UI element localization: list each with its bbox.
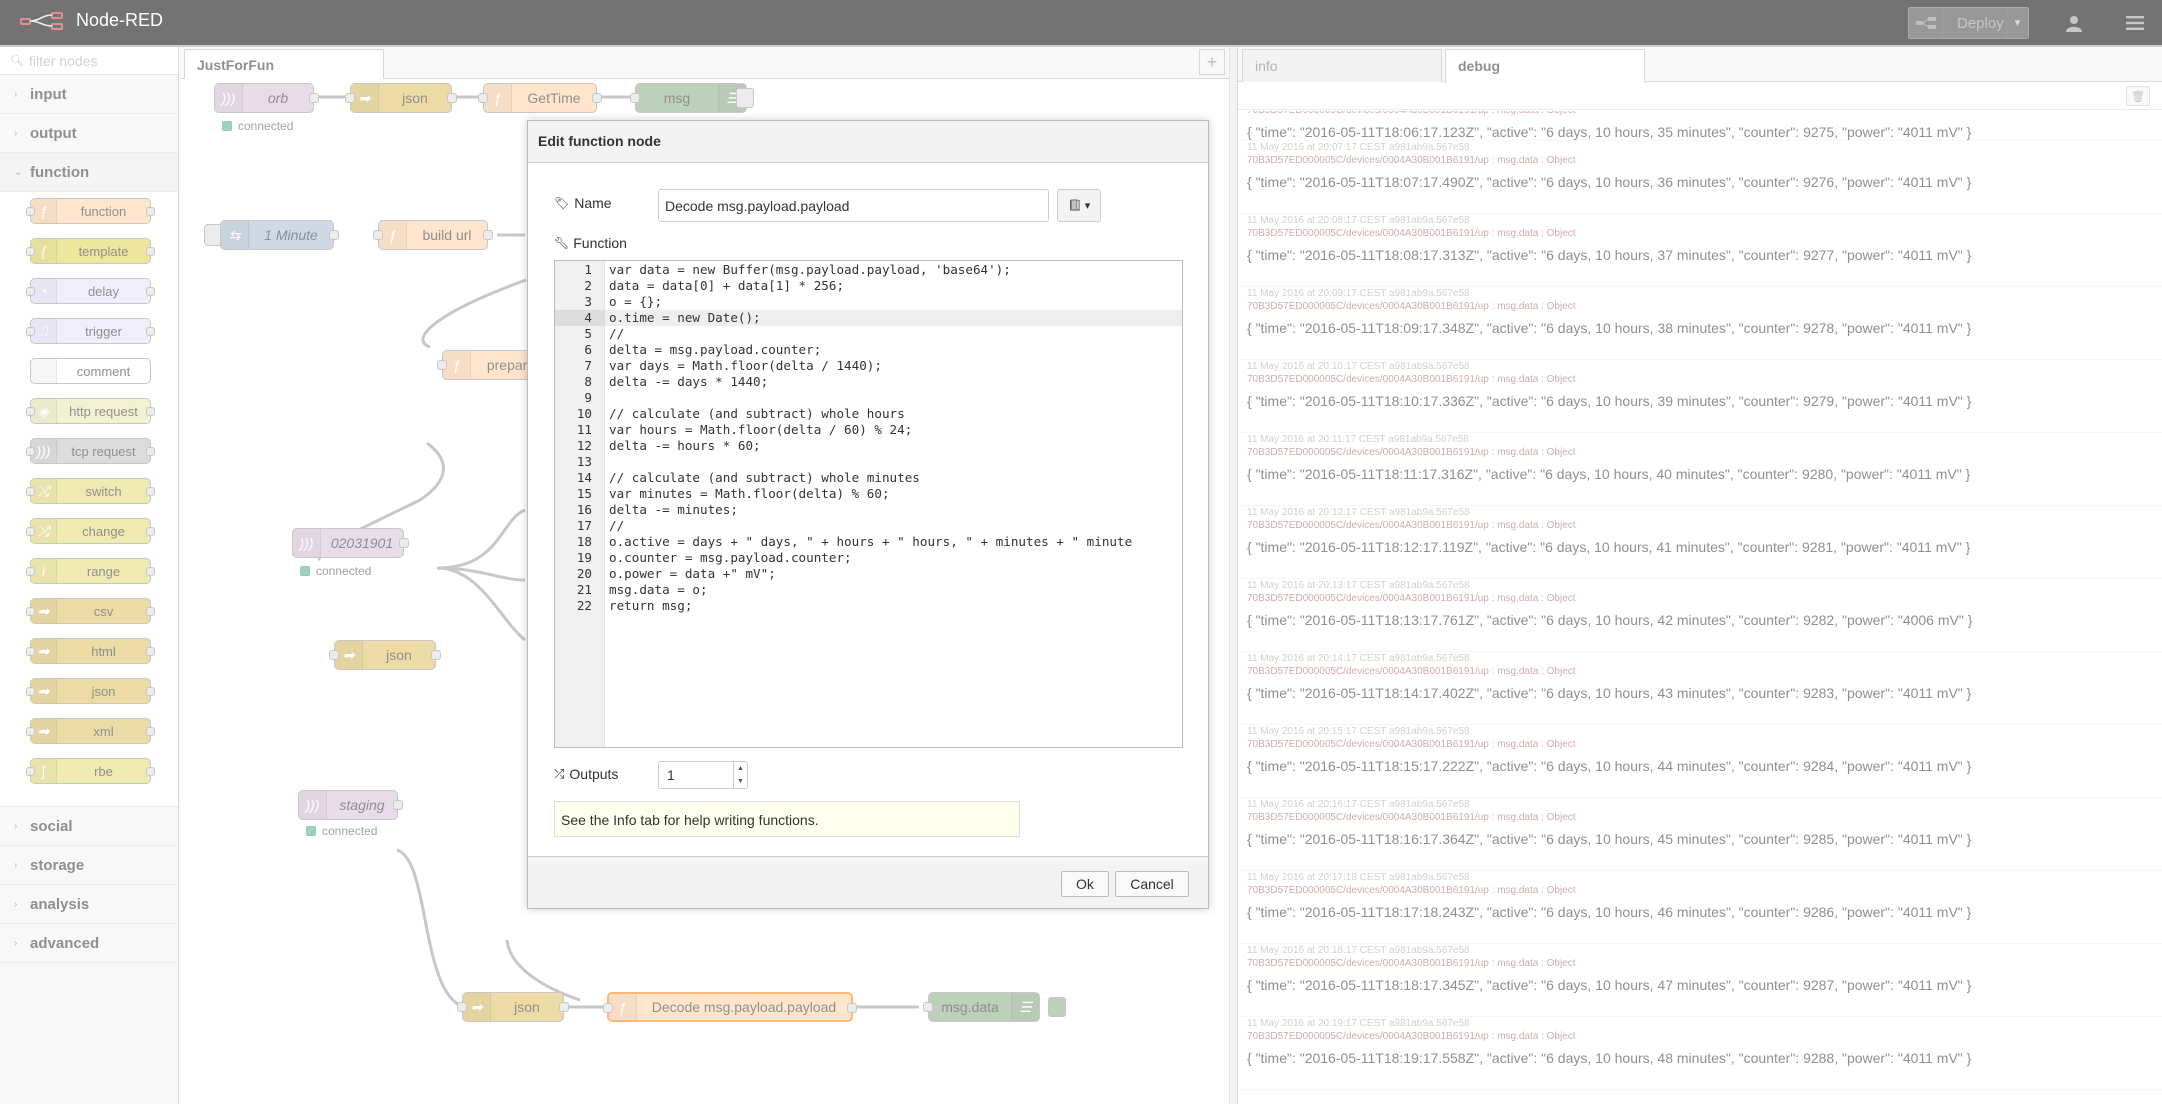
cancel-button[interactable]: Cancel [1115,871,1189,897]
line-number: 12 [576,438,592,453]
stepper-arrows-icon[interactable]: ▲ ▼ [733,762,747,788]
code-line: 16 delta -= minutes; [555,502,1182,518]
line-number: 8 [584,374,592,389]
code-text: delta -= days * 1440; [609,374,769,389]
line-number: 13 [576,454,592,469]
code-lines: 1 var data = new Buffer(msg.payload.paylo… [555,261,1182,614]
line-number: 22 [576,598,592,613]
code-text: // [609,518,625,533]
line-number: 16 [576,502,592,517]
code-text: var data = new Buffer(msg.payload.payloa… [609,262,1011,277]
line-number: 4 [555,310,605,326]
line-number: 18 [576,534,592,549]
code-line: 7 var days = Math.floor(delta / 1440); [555,358,1182,374]
code-text: // [609,326,625,341]
name-row: 🏷︎ Name [554,195,612,211]
line-number: 2 [584,278,592,293]
code-line: 15 var minutes = Math.floor(delta) % 60; [555,486,1182,502]
name-label: Name [574,195,612,211]
tag-icon: 🏷︎ [554,196,570,210]
code-text: return msg; [609,598,693,613]
code-editor[interactable]: 1 var data = new Buffer(msg.payload.paylo… [554,260,1183,748]
code-text: data = data[0] + data[1] * 256; [609,278,845,293]
line-number: 7 [584,358,592,373]
line-number: 9 [584,390,592,405]
code-line: 18 o.active = days + " days, " + hours + … [555,534,1182,550]
dialog-title: Edit function node [528,121,1208,163]
line-number: 1 [584,262,592,277]
code-line: 11 var hours = Math.floor(delta / 60) % 2… [555,422,1182,438]
ok-button[interactable]: Ok [1061,871,1109,897]
edit-function-dialog: Edit function node 🏷︎ Name 📕︎ ▾ 🔧︎ Funct… [527,120,1209,909]
code-line: 2 data = data[0] + data[1] * 256; [555,278,1182,294]
line-number: 10 [576,406,592,421]
wrench-icon: 🔧︎ [554,236,570,250]
code-line: 4 o.time = new Date(); [555,310,1182,326]
code-text: delta -= minutes; [609,502,738,517]
code-text: var days = Math.floor(delta / 1440); [609,358,882,373]
outputs-label: Outputs [569,766,619,782]
outputs-row: ⤮ Outputs [554,766,618,782]
line-number: 21 [576,582,592,597]
code-text: o.active = days + " days, " + hours + " … [609,534,1133,549]
line-number: 5 [584,326,592,341]
code-line: 14 // calculate (and subtract) whole minu… [555,470,1182,486]
code-text: o = {}; [609,294,663,309]
code-line: 13 [555,454,1182,470]
help-tip: See the Info tab for help writing functi… [554,801,1020,837]
code-text: var minutes = Math.floor(delta) % 60; [609,486,890,501]
code-text: // calculate (and subtract) whole hours [609,406,905,421]
code-line: 10 // calculate (and subtract) whole hour… [555,406,1182,422]
code-text: delta -= hours * 60; [609,438,761,453]
function-row: 🔧︎ Function [554,235,627,251]
line-number: 19 [576,550,592,565]
code-text: // calculate (and subtract) whole minute… [609,470,920,485]
library-menu-button[interactable]: 📕︎ ▾ [1057,189,1101,222]
book-icon: 📕︎ ▾ [1067,200,1091,212]
function-label: Function [573,235,627,251]
code-text: delta = msg.payload.counter; [609,342,822,357]
outputs-stepper[interactable]: 1 ▲ ▼ [658,761,748,789]
name-input[interactable] [658,189,1049,222]
code-line: 12 delta -= hours * 60; [555,438,1182,454]
code-line: 5 // [555,326,1182,342]
outputs-value: 1 [667,767,675,783]
line-number: 17 [576,518,592,533]
code-text: o.time = new Date(); [609,310,761,325]
shuffle-icon: ⤮ [554,766,565,781]
code-line: 9 [555,390,1182,406]
code-line: 20 o.power = data +" mV"; [555,566,1182,582]
code-line: 8 delta -= days * 1440; [555,374,1182,390]
code-text: msg.data = o; [609,582,708,597]
code-line: 1 var data = new Buffer(msg.payload.paylo… [555,262,1182,278]
code-text: o.power = data +" mV"; [609,566,776,581]
line-number: 15 [576,486,592,501]
modal-overlay: Edit function node 🏷︎ Name 📕︎ ▾ 🔧︎ Funct… [0,0,2162,1104]
code-line: 21 msg.data = o; [555,582,1182,598]
code-line: 6 delta = msg.payload.counter; [555,342,1182,358]
code-text: o.counter = msg.payload.counter; [609,550,852,565]
line-number: 11 [576,422,592,437]
code-line: 3 o = {}; [555,294,1182,310]
line-number: 6 [584,342,592,357]
code-line: 19 o.counter = msg.payload.counter; [555,550,1182,566]
line-number: 3 [584,294,592,309]
dialog-footer: Ok Cancel [528,856,1208,908]
code-line: 17 // [555,518,1182,534]
code-text: var hours = Math.floor(delta / 60) % 24; [609,422,913,437]
code-line: 22 return msg; [555,598,1182,614]
line-number: 14 [576,470,592,485]
line-number: 20 [576,566,592,581]
